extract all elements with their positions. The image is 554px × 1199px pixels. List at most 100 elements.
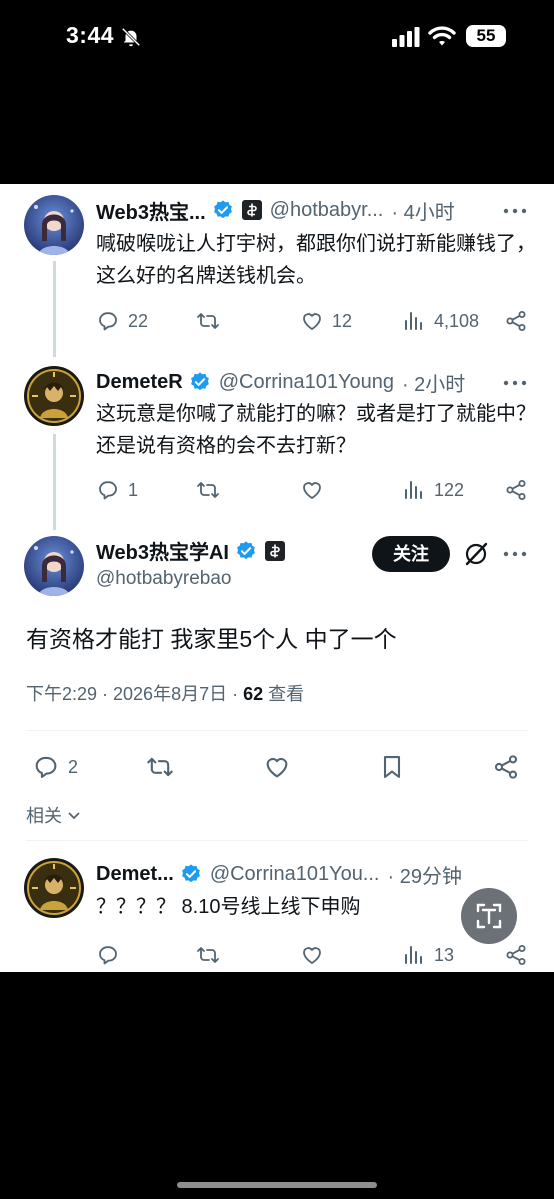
like-icon: [263, 753, 291, 781]
reply-icon: [96, 478, 120, 502]
related-toggle[interactable]: 相关: [26, 802, 82, 828]
views-button[interactable]: 4,108: [402, 306, 479, 336]
scan-text-button[interactable]: [461, 888, 517, 944]
tweet-text: 喊破喉咙让人打宇树，都跟你们说打新能赚钱了，这么好的名牌送钱机会。: [96, 233, 536, 287]
retweet-button[interactable]: [196, 475, 228, 505]
like-icon: [300, 943, 324, 967]
tweet-thread-screen: Web3热宝... @hotbabyr... · 4小时 喊破喉咙让人打宇树，都…: [0, 184, 554, 972]
retweet-icon: [196, 309, 220, 333]
reply-button[interactable]: 1: [96, 475, 138, 505]
share-icon: [504, 309, 528, 333]
follow-button[interactable]: 关注: [372, 536, 450, 572]
avatar[interactable]: [24, 536, 84, 596]
author-name[interactable]: Demet...: [96, 863, 174, 886]
views-icon: [402, 309, 426, 333]
views-icon: [402, 943, 426, 967]
like-icon: [300, 478, 324, 502]
retweet-button[interactable]: [196, 940, 220, 970]
share-icon: [504, 478, 528, 502]
status-time: 3:44: [66, 22, 115, 48]
retweet-button[interactable]: [196, 306, 228, 336]
affiliate-badge-icon: [242, 200, 262, 220]
view-count: 13: [434, 944, 455, 965]
scan-icon: [476, 903, 502, 929]
view-count: 122: [434, 479, 465, 500]
views-button[interactable]: 13: [402, 940, 454, 970]
reply-icon: [96, 943, 120, 967]
tweet-header: DemeteR @Corrina101Young · 2小时: [96, 367, 465, 397]
wifi-icon: [428, 26, 456, 46]
avatar[interactable]: [24, 366, 84, 426]
tweet-text: 这玩意是你喊了就能打的嘛？或者是打了就能中？还是说有资格的会不去打新？: [96, 403, 536, 457]
author-handle[interactable]: @Corrina101Young: [219, 371, 394, 394]
avatar[interactable]: [24, 858, 84, 918]
thread-connector: [53, 434, 56, 530]
main-tweet-text: 有资格才能打 我家里5个人 中了一个: [26, 626, 397, 652]
thread-connector: [53, 261, 56, 357]
views-label: 查看: [263, 684, 305, 704]
retweet-icon: [146, 753, 174, 781]
share-button[interactable]: [504, 940, 528, 970]
share-icon: [492, 753, 520, 781]
reply-button[interactable]: 2: [32, 752, 78, 782]
reply-button[interactable]: [96, 940, 120, 970]
author-name[interactable]: Web3热宝...: [96, 196, 206, 225]
home-indicator[interactable]: [177, 1182, 377, 1188]
tweet-time[interactable]: · 2小时: [402, 368, 465, 397]
cellular-signal-icon: [392, 27, 420, 47]
divider: [26, 840, 528, 841]
more-icon[interactable]: [502, 207, 528, 215]
reply-count: 2: [68, 756, 79, 777]
main-tweet-actions: 2: [26, 752, 528, 786]
tweet-meta: 下午2:29 · 2026年8月7日 · 62 查看: [26, 680, 304, 706]
author-handle[interactable]: @Corrina101You...: [210, 863, 380, 886]
author-handle[interactable]: @hotbabyr...: [270, 199, 384, 222]
views-icon: [402, 478, 426, 502]
author-name[interactable]: DemeteR: [96, 371, 183, 394]
like-button[interactable]: 12: [300, 306, 352, 336]
bell-muted-icon: [121, 27, 141, 47]
verified-icon: [235, 540, 257, 562]
reply-count: 22: [128, 310, 149, 331]
reply-icon: [32, 753, 60, 781]
verified-icon: [189, 371, 211, 393]
tweet-header: Demet... @Corrina101You... · 29分钟: [96, 859, 462, 889]
tweet-timestamp[interactable]: 下午2:29 · 2026年8月7日 ·: [26, 684, 243, 704]
status-bar: 3:44 55: [0, 0, 554, 76]
bookmark-icon: [378, 753, 406, 781]
like-button[interactable]: [300, 940, 324, 970]
view-count: 4,108: [434, 310, 480, 331]
author-handle[interactable]: @hotbabyrebao: [96, 568, 232, 590]
tweet-actions: 1 122: [96, 475, 536, 505]
affiliate-badge-icon: [265, 541, 285, 561]
author-name[interactable]: Web3热宝学AI: [96, 536, 229, 565]
share-icon: [504, 943, 528, 967]
related-label: 相关: [26, 806, 62, 826]
share-button[interactable]: [504, 475, 528, 505]
grok-icon[interactable]: [463, 541, 489, 567]
like-count: 12: [332, 310, 353, 331]
more-icon[interactable]: [502, 550, 528, 558]
like-button[interactable]: [300, 475, 332, 505]
verified-icon: [180, 863, 202, 885]
reply-button[interactable]: 22: [96, 306, 148, 336]
divider: [26, 730, 528, 731]
tweet-time[interactable]: · 4小时: [391, 196, 454, 225]
avatar-image: [24, 195, 84, 255]
bookmark-button[interactable]: [378, 752, 406, 782]
tweet-time[interactable]: · 29分钟: [387, 860, 461, 889]
share-button[interactable]: [492, 752, 520, 782]
avatar-image: [24, 366, 84, 426]
tweet-header: Web3热宝... @hotbabyr... · 4小时: [96, 195, 455, 225]
avatar-image: [24, 858, 84, 918]
more-icon[interactable]: [502, 379, 528, 387]
like-button[interactable]: [263, 752, 291, 782]
retweet-button[interactable]: [146, 752, 174, 782]
retweet-icon: [196, 943, 220, 967]
views-button[interactable]: 122: [402, 475, 464, 505]
share-button[interactable]: [504, 306, 528, 336]
like-icon: [300, 309, 324, 333]
battery-indicator: 55: [466, 25, 506, 47]
avatar[interactable]: [24, 195, 84, 255]
verified-icon: [212, 199, 234, 221]
